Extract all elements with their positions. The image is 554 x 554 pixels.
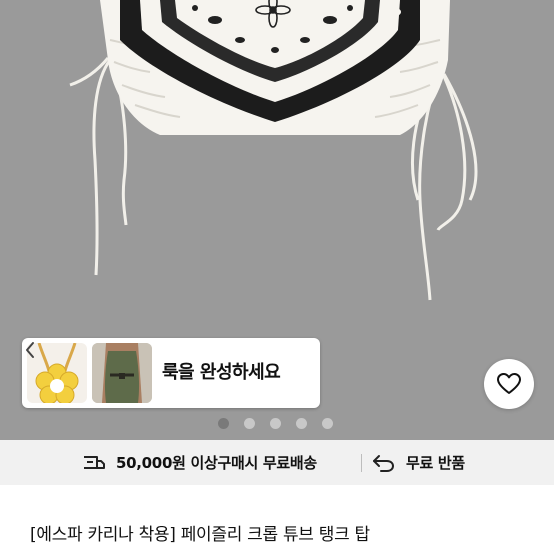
carousel-dot[interactable] (270, 418, 281, 429)
look-thumbnail-model[interactable] (92, 343, 152, 403)
product-title: [에스파 카리나 착용] 페이즐리 크롭 튜브 탱크 탑 (30, 525, 370, 545)
wishlist-button[interactable] (484, 359, 534, 409)
free-return-text: 무료 반품 (406, 454, 465, 472)
look-card-text: 룩을 완성하세요 (162, 362, 281, 383)
carousel-dot[interactable] (218, 418, 229, 429)
chevron-left-icon[interactable] (22, 338, 38, 362)
model-outfit-image (92, 343, 152, 403)
free-return-info: 무료 반품 (372, 440, 465, 485)
shipping-info-bar: 50,000원 이상구매시 무료배송 무료 반품 (0, 440, 554, 485)
complete-the-look-card[interactable]: 룩을 완성하세요 (22, 338, 320, 408)
product-image[interactable]: 룩을 완성하세요 (0, 0, 554, 440)
carousel-dot[interactable] (244, 418, 255, 429)
divider (361, 454, 362, 472)
carousel-dot[interactable] (296, 418, 307, 429)
free-shipping-text: 50,000원 이상구매시 무료배송 (116, 454, 317, 472)
free-shipping-info: 50,000원 이상구매시 무료배송 (82, 440, 317, 485)
return-arrow-icon (373, 454, 395, 472)
truck-icon (84, 455, 105, 469)
heart-icon (497, 373, 521, 394)
carousel-dot[interactable] (322, 418, 333, 429)
